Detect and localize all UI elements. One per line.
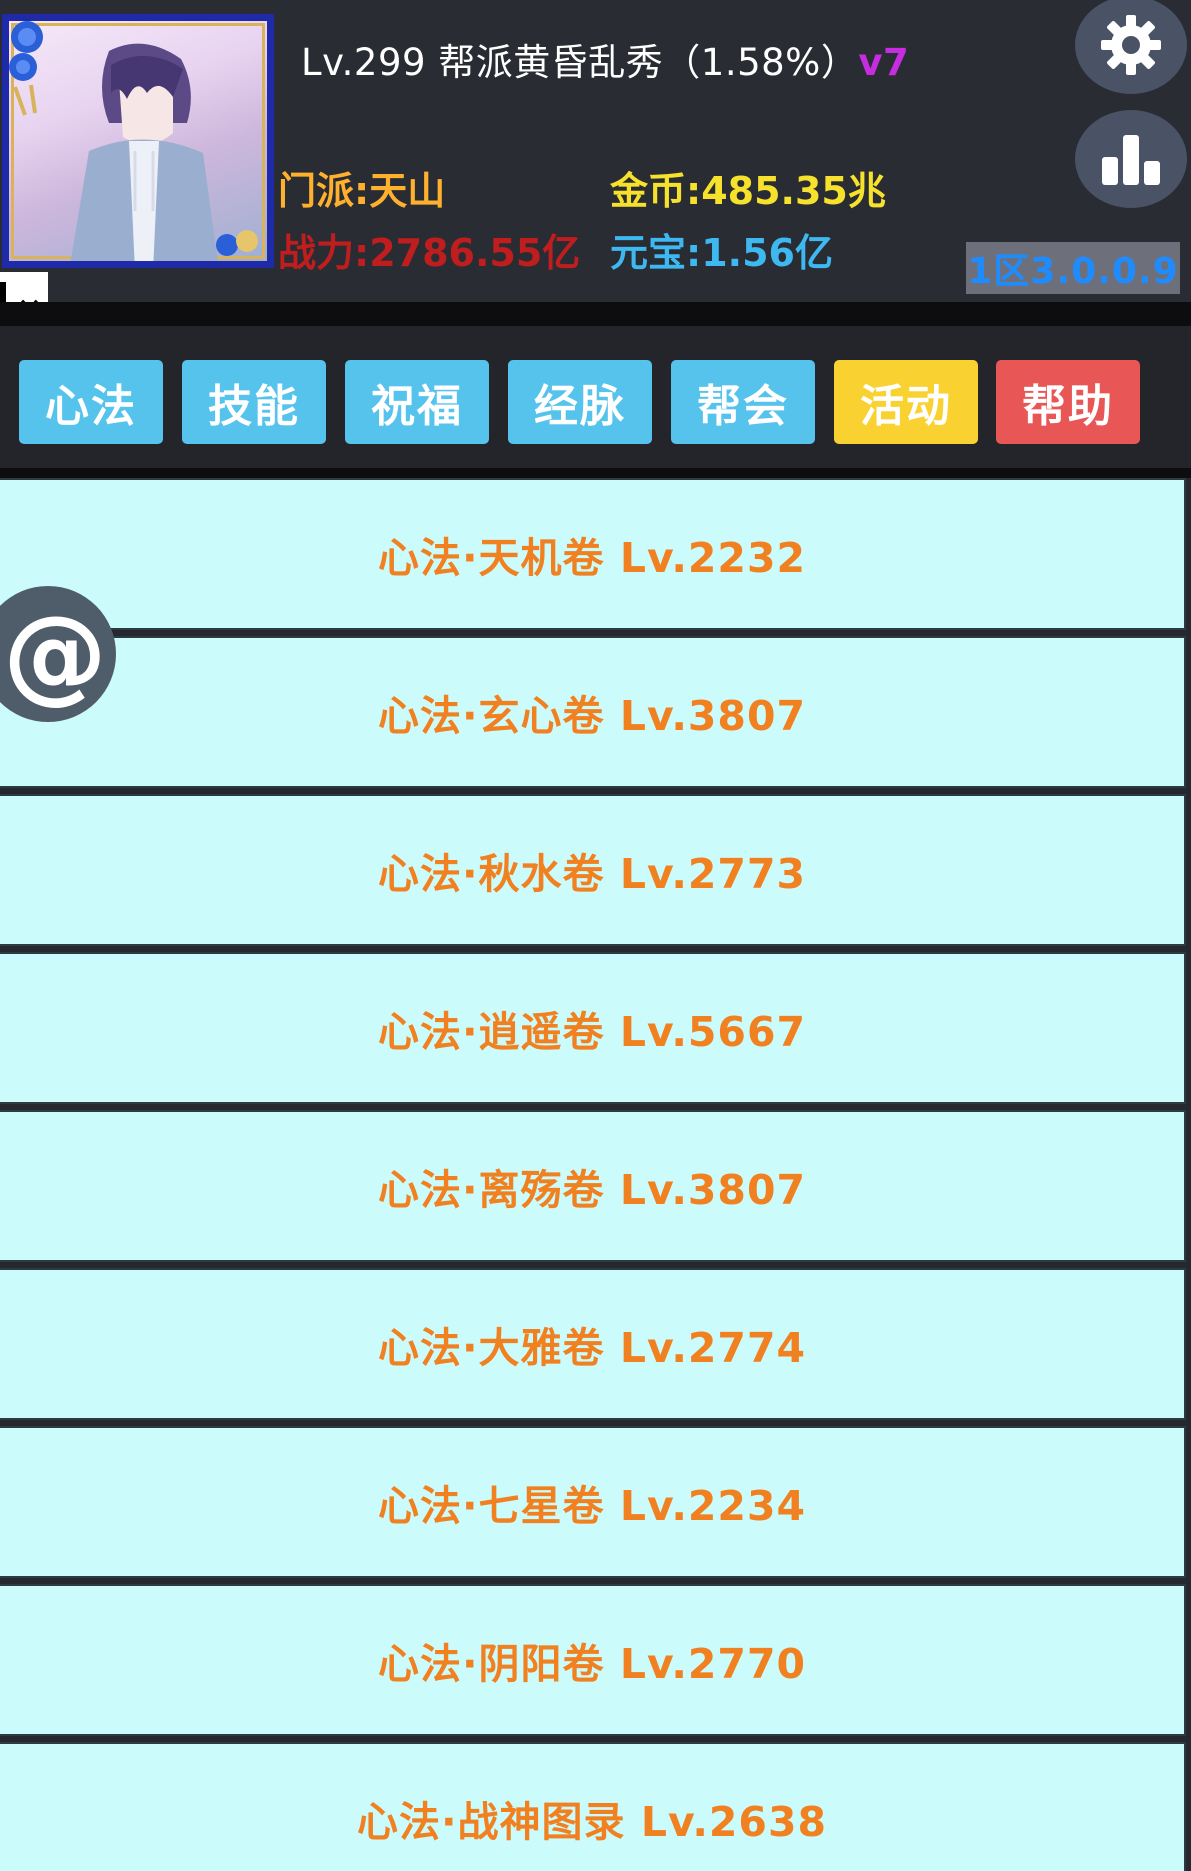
- list-item[interactable]: 心法·秋水卷 Lv.2773: [0, 794, 1186, 946]
- list-item[interactable]: 心法·七星卷 Lv.2234: [0, 1426, 1186, 1578]
- tab-skills[interactable]: 技能: [182, 360, 326, 444]
- list-item[interactable]: 心法·大雅卷 Lv.2774: [0, 1268, 1186, 1420]
- tab-events[interactable]: 活动: [834, 360, 978, 444]
- game-screen: Lv.299 帮派黄昏乱秀（1.58%）v7 门派:天山 金币:485.35兆 …: [0, 0, 1191, 1871]
- tab-divider: [0, 468, 1191, 478]
- player-header: Lv.299 帮派黄昏乱秀（1.58%）v7 门派:天山 金币:485.35兆 …: [0, 0, 1191, 344]
- settings-button[interactable]: [1075, 0, 1187, 94]
- header-divider: [0, 302, 1191, 326]
- tab-blessing[interactable]: 祝福: [345, 360, 489, 444]
- avatar-portrait-image: [70, 43, 218, 261]
- ingot-stat: 元宝:1.56亿: [610, 231, 833, 275]
- list-item[interactable]: 心法·战神图录 Lv.2638: [0, 1742, 1186, 1871]
- tab-help[interactable]: 帮助: [996, 360, 1140, 444]
- list-item[interactable]: 心法·离殇卷 Lv.3807: [0, 1110, 1186, 1262]
- sect-stat: 门派:天山: [278, 169, 446, 213]
- tab-meridian[interactable]: 经脉: [508, 360, 652, 444]
- level-guild-text: Lv.299 帮派黄昏乱秀（1.58%）: [301, 41, 859, 84]
- rose-decoration-icon: [9, 21, 43, 116]
- list-item[interactable]: 心法·玄心卷 Lv.3807: [0, 636, 1186, 788]
- player-avatar[interactable]: [2, 14, 274, 268]
- list-item[interactable]: 心法·逍遥卷 Lv.5667: [0, 952, 1186, 1104]
- tab-guild[interactable]: 帮会: [671, 360, 815, 444]
- ranking-button[interactable]: [1075, 110, 1187, 208]
- server-version-badge: 1区3.0.0.9: [966, 242, 1180, 294]
- list-item[interactable]: 心法·阴阳卷 Lv.2770: [0, 1584, 1186, 1736]
- gear-icon: [1101, 15, 1161, 75]
- tab-xinfa[interactable]: 心法: [19, 360, 163, 444]
- mention-float-button[interactable]: @: [0, 586, 116, 722]
- bar-chart-icon: [1102, 135, 1160, 185]
- gold-stat: 金币:485.35兆: [610, 169, 886, 213]
- tab-bar: 心法 技能 祝福 经脉 帮会 活动 帮助: [0, 326, 1191, 468]
- vip-badge: v7: [858, 41, 910, 84]
- rose-corner-icon: [216, 230, 258, 256]
- power-stat: 战力:2786.55亿: [278, 231, 581, 275]
- player-level-guild: Lv.299 帮派黄昏乱秀（1.58%）v7: [301, 32, 909, 86]
- list-item[interactable]: 心法·天机卷 Lv.2232: [0, 478, 1186, 630]
